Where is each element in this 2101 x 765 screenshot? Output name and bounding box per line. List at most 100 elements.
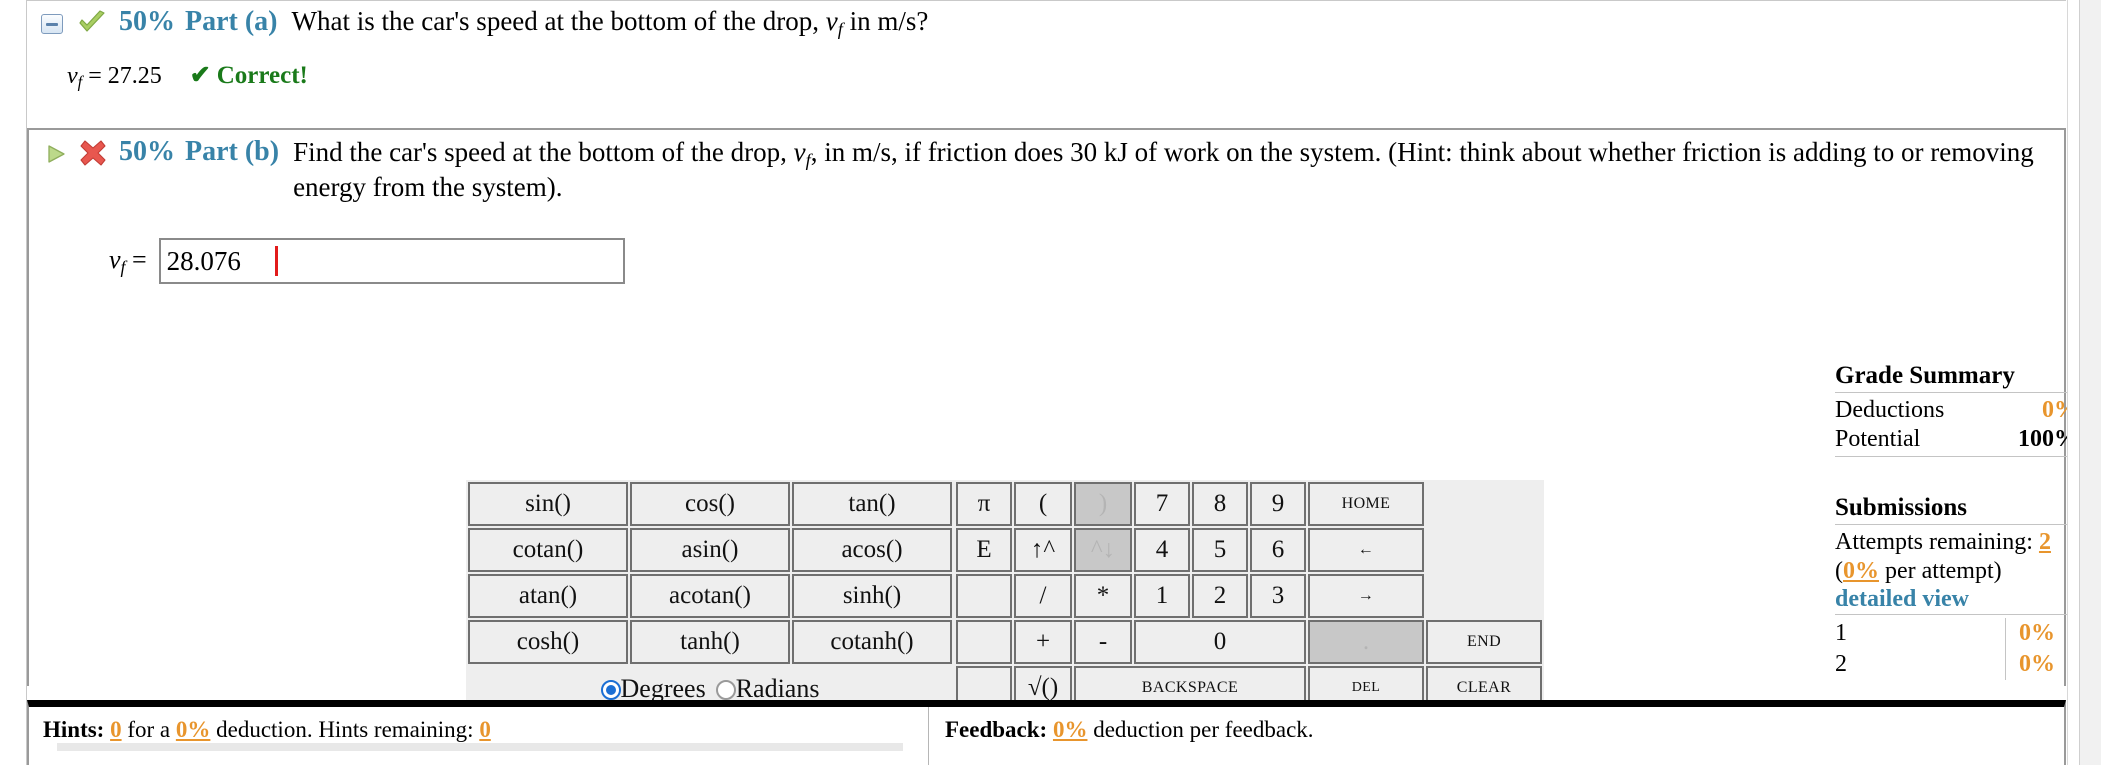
- part-b-answer-label: vf =: [109, 245, 147, 278]
- potential-row: Potential 100%: [1835, 425, 2078, 454]
- text-cursor: [274, 246, 278, 276]
- deductions-row: Deductions 0%: [1835, 396, 2078, 425]
- submissions-table: 1 0% 2 0%: [1835, 618, 2078, 680]
- calculator-panel: sin() cos() tan() cotan() asin() acos() atan()…: [466, 480, 1544, 714]
- attempts-remaining-row: Attempts remaining: 2: [1835, 528, 2078, 557]
- open-paren-key[interactable]: (: [1014, 482, 1072, 526]
- function-key-acotan[interactable]: acotan(): [630, 574, 790, 618]
- digit-2-key[interactable]: 2: [1192, 574, 1248, 618]
- end-key[interactable]: END: [1426, 620, 1542, 664]
- plus-key[interactable]: +: [1014, 620, 1072, 664]
- submission-row: 1 0%: [1835, 618, 2078, 649]
- superscript-up-key[interactable]: ↑^: [1014, 528, 1072, 572]
- digit-5-key[interactable]: 5: [1192, 528, 1248, 572]
- function-key-sinh[interactable]: sinh(): [792, 574, 952, 618]
- close-paren-key: ): [1074, 482, 1132, 526]
- function-key-sin[interactable]: sin(): [468, 482, 628, 526]
- red-x-icon: [79, 140, 107, 166]
- function-key-row: sin() cos() tan(): [468, 482, 952, 526]
- multiply-key[interactable]: *: [1074, 574, 1132, 618]
- feedback-deduction-text: deduction per feedback.: [1093, 717, 1314, 742]
- scrollbar-gutter: [2067, 0, 2079, 765]
- digit-7-key[interactable]: 7: [1134, 482, 1190, 526]
- part-a-answer-var: v: [67, 63, 78, 89]
- hints-count: 0: [110, 717, 122, 742]
- numeric-keypad: π() 7 8 9 HOME E ↑^ ^↓ 4 5 6 ← / * 1 2 3 → + -0. END √() BACKS…: [954, 480, 1544, 712]
- digit-3-key[interactable]: 3: [1250, 574, 1306, 618]
- divider: [1835, 523, 2078, 525]
- part-b-label: Part (b): [185, 136, 280, 167]
- answer-input[interactable]: [158, 238, 625, 284]
- potential-label: Potential: [1835, 426, 1921, 453]
- keypad-row: E ↑^ ^↓ 4 5 6 ←: [956, 528, 1542, 572]
- keypad-row: + -0. END: [956, 620, 1542, 664]
- function-key-acos[interactable]: acos(): [792, 528, 952, 572]
- keypad-row: / * 1 2 3 →: [956, 574, 1542, 618]
- function-key-cos[interactable]: cos(): [630, 482, 790, 526]
- correct-check-icon: ✔: [189, 62, 211, 89]
- per-attempt-value: 0%: [1843, 557, 1879, 584]
- function-key-cosh[interactable]: cosh(): [468, 620, 628, 664]
- part-b-percent: 50%: [119, 136, 175, 167]
- function-key-atan[interactable]: atan(): [468, 574, 628, 618]
- function-key-tanh[interactable]: tanh(): [630, 620, 790, 664]
- part-b-answer-var: v: [109, 244, 121, 274]
- digit-0-key[interactable]: 0: [1134, 620, 1306, 664]
- submission-number: 1: [1835, 620, 1847, 647]
- radio-radians-icon[interactable]: [715, 680, 736, 700]
- part-b-header: 50% Part (b) Find the car's speed at the…: [41, 136, 2052, 204]
- digit-6-key[interactable]: 6: [1250, 528, 1306, 572]
- home-key[interactable]: HOME: [1308, 482, 1424, 526]
- attempts-label: Attempts remaining:: [1835, 528, 2033, 555]
- function-key-row: atan() acotan() sinh(): [468, 574, 952, 618]
- superscript-down-key: ^↓: [1074, 528, 1132, 572]
- angle-mode-label: Radians: [735, 674, 820, 703]
- part-a-label: Part (a): [185, 6, 278, 37]
- vertical-scrollbar[interactable]: [2079, 0, 2101, 765]
- exponent-e-key[interactable]: E: [956, 528, 1012, 572]
- function-key-asin[interactable]: asin(): [630, 528, 790, 572]
- feedback-title: Feedback:: [945, 717, 1048, 742]
- digit-1-key[interactable]: 1: [1134, 574, 1190, 618]
- function-key-cotanh[interactable]: cotanh(): [792, 620, 952, 664]
- arrow-left-key[interactable]: ←: [1308, 528, 1424, 572]
- digit-8-key[interactable]: 8: [1192, 482, 1248, 526]
- arrow-right-key[interactable]: →: [1308, 574, 1424, 618]
- collapse-minus-box-icon[interactable]: [41, 14, 63, 34]
- blank-key[interactable]: [956, 620, 1012, 664]
- function-key-tan[interactable]: tan(): [792, 482, 952, 526]
- digit-9-key[interactable]: 9: [1250, 482, 1306, 526]
- part-a-answer-line: vf = 27.25 ✔ Correct!: [67, 60, 308, 93]
- hints-title: Hints:: [43, 717, 105, 742]
- part-a-correct-text: Correct!: [216, 62, 308, 89]
- part-b-question-var: v: [793, 137, 806, 167]
- per-attempt-close: per attempt): [1879, 557, 2002, 584]
- radio-degrees-icon[interactable]: [600, 680, 621, 700]
- angle-mode-label: Degrees: [620, 674, 706, 703]
- grade-summary-title: Grade Summary: [1835, 362, 2015, 389]
- detailed-view-link[interactable]: detailed view: [1835, 586, 2078, 613]
- feedback-line: Feedback: 0% deduction per feedback.: [945, 717, 2064, 743]
- function-key-cotan[interactable]: cotan(): [468, 528, 628, 572]
- part-a-percent: 50%: [119, 6, 175, 37]
- frame-top-border: [26, 0, 2066, 1]
- answer-input-wrapper: [158, 238, 625, 284]
- part-b-question: Find the car's speed at the bottom of th…: [293, 136, 2052, 204]
- function-key-row: cosh() tanh() cotanh(): [468, 620, 952, 664]
- hints-feedback-bar: Hints: 0 for a 0% deduction. Hints remai…: [27, 700, 2066, 765]
- part-b-question-pre: Find the car's speed at the bottom of th…: [293, 137, 794, 167]
- blank-key[interactable]: [956, 574, 1012, 618]
- part-a-question-post: in m/s?: [842, 6, 929, 36]
- minus-key[interactable]: -: [1074, 620, 1132, 664]
- part-a-question-var: v: [825, 6, 838, 36]
- expand-play-triangle-icon[interactable]: [45, 143, 67, 165]
- green-check-icon: [77, 10, 107, 36]
- pi-key[interactable]: π: [956, 482, 1012, 526]
- hints-deduction-text: deduction. Hints remaining:: [216, 717, 474, 742]
- page-root: 50% Part (a) What is the car's speed at …: [0, 0, 2101, 765]
- part-b-answer-equals: =: [125, 244, 147, 274]
- feedback-panel: Feedback: 0% deduction per feedback.: [929, 707, 2064, 765]
- digit-4-key[interactable]: 4: [1134, 528, 1190, 572]
- part-b-answer-row: vf =: [109, 238, 625, 284]
- divide-key[interactable]: /: [1014, 574, 1072, 618]
